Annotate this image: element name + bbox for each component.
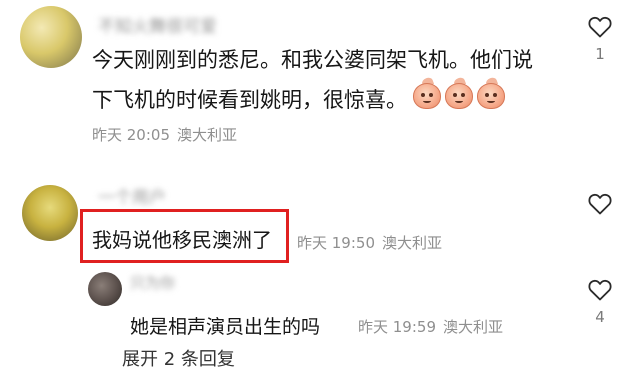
comment-text: 我妈说他移民澳洲了 (92, 228, 272, 252)
reply-text: 她是相声演员出生的吗 (130, 316, 321, 338)
heart-outline-icon[interactable] (588, 16, 612, 38)
like-count: 1 (595, 45, 605, 63)
commenter-avatar[interactable] (22, 185, 78, 241)
comment-time: 昨天 20:05 (92, 126, 170, 144)
comment-time: 昨天 19:50 (297, 234, 375, 252)
commenter-avatar[interactable] (20, 6, 82, 68)
comment-location: 澳大利亚 (382, 234, 443, 252)
peach-emoji-icon (476, 76, 506, 110)
emoji-group (412, 76, 506, 110)
commenter-name[interactable]: 一个用户 (98, 183, 166, 208)
reply-time: 昨天 19:59 (358, 318, 436, 336)
commenter-name[interactable]: 不知火舞很可爱 (98, 12, 217, 37)
comment-text-line: 今天刚刚到的悉尼。和我公婆同架飞机。他们说 (92, 48, 533, 72)
comment-text-line: 下飞机的时候看到姚明，很惊喜。 (92, 88, 407, 112)
like-count: 4 (595, 308, 605, 326)
comment-meta: 昨天 20:05 澳大利亚 (92, 124, 237, 145)
heart-outline-icon[interactable] (588, 279, 612, 301)
peach-emoji-icon (444, 76, 474, 110)
comment-location: 澳大利亚 (177, 126, 238, 144)
reply-meta: 昨天 19:59 澳大利亚 (358, 316, 503, 337)
reply-avatar[interactable] (88, 272, 122, 306)
peach-emoji-icon (412, 76, 442, 110)
reply-location: 澳大利亚 (443, 318, 504, 336)
reply-author-name[interactable]: 只为你 (130, 272, 175, 293)
comment-meta: 昨天 19:50 澳大利亚 (297, 232, 442, 253)
heart-outline-icon[interactable] (588, 193, 612, 215)
expand-replies-button[interactable]: 展开 2 条回复 (122, 345, 235, 371)
